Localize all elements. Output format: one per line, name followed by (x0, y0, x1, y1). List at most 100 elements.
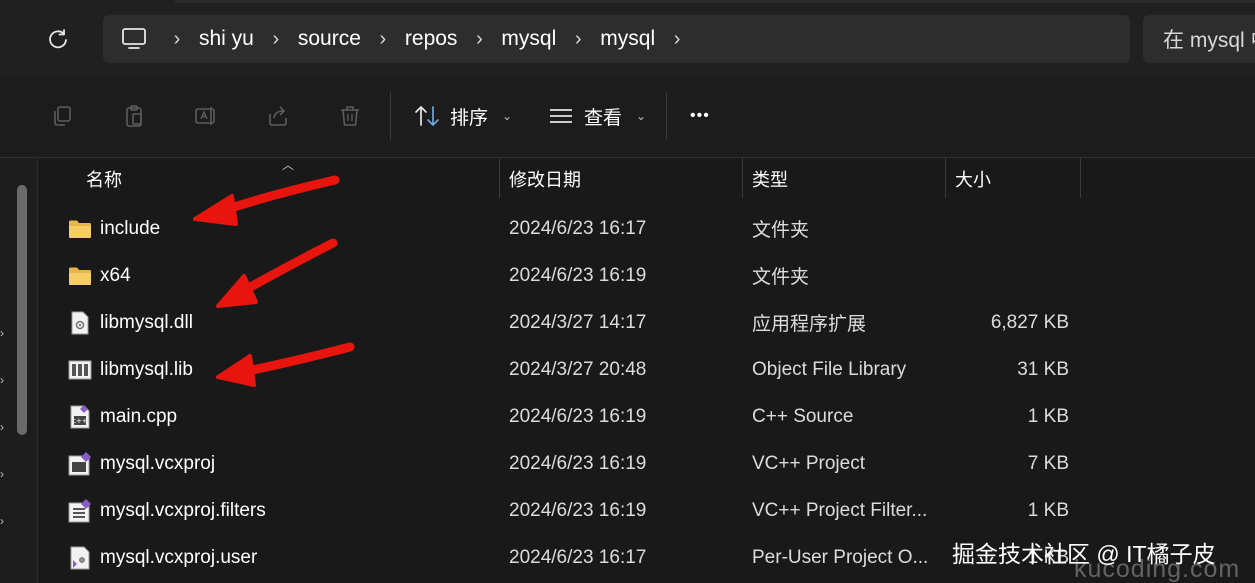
nav-expand-icon[interactable]: › (0, 467, 8, 481)
file-type: 文件夹 (752, 220, 810, 241)
file-size: 31 KB (1017, 358, 1069, 380)
chevron-down-icon: ⌄ (502, 109, 513, 123)
breadcrumb-source[interactable]: source (294, 27, 365, 51)
column-type[interactable]: 类型 (752, 158, 788, 200)
file-date: 2024/6/23 16:17 (509, 217, 647, 239)
trash-icon (341, 106, 359, 126)
share-button[interactable] (258, 96, 298, 136)
file-type: 文件夹 (752, 267, 810, 288)
chevron-right-icon[interactable]: › (365, 28, 401, 51)
sort-label: 排序 (450, 107, 489, 129)
file-name-cell[interactable]: mysql.vcxproj.filters (68, 487, 498, 534)
address-bar-area: › shi yu › source › repos › mysql › mysq… (0, 0, 1255, 75)
rename-icon (195, 107, 215, 125)
file-date: 2024/6/23 16:17 (509, 546, 647, 568)
user-file-icon (68, 546, 92, 570)
file-name-cell[interactable]: libmysql.dll (68, 299, 498, 346)
title-stripe (175, 0, 1255, 3)
file-explorer-window: › shi yu › source › repos › mysql › mysq… (0, 0, 1255, 583)
file-row[interactable]: mysql.vcxproj.filters 2024/6/23 16:19 VC… (38, 487, 1255, 534)
file-name-cell[interactable]: c++ main.cpp (68, 393, 498, 440)
file-type: C++ Source (752, 405, 854, 427)
file-size: 7 KB (1027, 452, 1069, 474)
column-separator[interactable] (742, 158, 743, 198)
file-name: mysql.vcxproj.filters (100, 499, 266, 521)
search-box[interactable]: 在 mysql 中搜索 (1143, 15, 1255, 63)
navigation-pane[interactable]: › › › › › (0, 158, 38, 583)
file-row[interactable]: include 2024/6/23 16:17 文件夹 (38, 205, 1255, 252)
column-name[interactable]: 名称 (86, 158, 122, 200)
file-name: include (100, 217, 161, 239)
refresh-button[interactable] (40, 22, 76, 58)
file-type: VC++ Project Filter... (752, 499, 928, 521)
column-separator[interactable] (1080, 158, 1081, 198)
address-bar[interactable]: › shi yu › source › repos › mysql › mysq… (103, 15, 1130, 63)
more-options-button[interactable]: ••• (690, 96, 710, 136)
file-size (948, 252, 1069, 299)
nav-expand-icon[interactable]: › (0, 326, 8, 340)
toolbar-divider (390, 92, 391, 140)
breadcrumb-shi-yu[interactable]: shi yu (195, 27, 258, 51)
file-name: libmysql.lib (100, 358, 193, 380)
svg-text:c++: c++ (72, 417, 88, 425)
column-separator[interactable] (499, 158, 500, 198)
search-placeholder: 在 mysql 中搜索 (1163, 29, 1255, 52)
breadcrumb-repos[interactable]: repos (401, 27, 462, 51)
filters-file-icon (68, 498, 92, 523)
delete-button[interactable] (330, 96, 370, 136)
paste-button[interactable] (114, 96, 154, 136)
command-bar: 排序 ⌄ 查看 ⌄ ••• (0, 75, 1255, 158)
file-date: 2024/6/23 16:19 (509, 405, 647, 427)
file-date: 2024/3/27 14:17 (509, 311, 647, 333)
folder-icon (68, 264, 92, 288)
file-type: Object File Library (752, 358, 907, 380)
rename-button[interactable] (186, 96, 226, 136)
breadcrumb-mysql-current[interactable]: mysql (596, 27, 659, 51)
paste-icon (126, 105, 142, 127)
file-row[interactable]: libmysql.lib 2024/3/27 20:48 Object File… (38, 346, 1255, 393)
chevron-down-icon: ⌄ (636, 109, 647, 123)
file-name-cell[interactable]: libmysql.lib (68, 346, 498, 393)
column-size[interactable]: 大小 (955, 158, 991, 200)
chevron-right-icon[interactable]: › (659, 28, 695, 51)
breadcrumb-mysql[interactable]: mysql (497, 27, 560, 51)
file-date: 2024/3/27 20:48 (509, 358, 647, 380)
column-header: 名称 修改日期 类型 大小 (38, 158, 1255, 200)
file-date: 2024/6/23 16:19 (509, 499, 647, 521)
file-name: mysql.vcxproj (100, 452, 216, 474)
refresh-icon (49, 29, 67, 49)
folder-icon (68, 217, 92, 241)
lib-file-icon (68, 358, 92, 382)
file-date: 2024/6/23 16:19 (509, 452, 647, 474)
file-name: x64 (100, 264, 131, 286)
chevron-right-icon[interactable]: › (159, 28, 195, 51)
watermark-text: 掘金技术社区 @ IT橘子皮 (952, 541, 1216, 567)
chevron-right-icon[interactable]: › (461, 28, 497, 51)
vcxproj-file-icon (68, 451, 92, 476)
file-row[interactable]: x64 2024/6/23 16:19 文件夹 (38, 252, 1255, 299)
this-pc-crumb[interactable] (109, 15, 159, 63)
file-name-cell[interactable]: mysql.vcxproj.user (68, 534, 498, 581)
nav-expand-icon[interactable]: › (0, 373, 8, 387)
chevron-right-icon[interactable]: › (258, 28, 294, 51)
file-name-cell[interactable]: include (68, 205, 498, 252)
nav-expand-icon[interactable]: › (0, 514, 8, 528)
nav-scrollbar[interactable] (17, 185, 27, 435)
file-row[interactable]: libmysql.dll 2024/3/27 14:17 应用程序扩展 6,82… (38, 299, 1255, 346)
more-icon: ••• (690, 107, 710, 124)
file-row[interactable]: c++ main.cpp 2024/6/23 16:19 C++ Source … (38, 393, 1255, 440)
sort-button[interactable]: 排序 ⌄ (414, 96, 512, 136)
column-date[interactable]: 修改日期 (509, 158, 581, 200)
view-button[interactable]: 查看 ⌄ (548, 96, 646, 136)
column-separator[interactable] (945, 158, 946, 198)
file-date: 2024/6/23 16:19 (509, 264, 647, 286)
file-name-cell[interactable]: mysql.vcxproj (68, 440, 498, 487)
dll-file-icon (68, 311, 92, 335)
copy-button[interactable] (42, 96, 82, 136)
computer-icon (122, 28, 146, 49)
chevron-right-icon[interactable]: › (560, 28, 596, 51)
file-name: mysql.vcxproj.user (100, 546, 258, 568)
file-name-cell[interactable]: x64 (68, 252, 498, 299)
nav-expand-icon[interactable]: › (0, 420, 8, 434)
file-row[interactable]: mysql.vcxproj 2024/6/23 16:19 VC++ Proje… (38, 440, 1255, 487)
